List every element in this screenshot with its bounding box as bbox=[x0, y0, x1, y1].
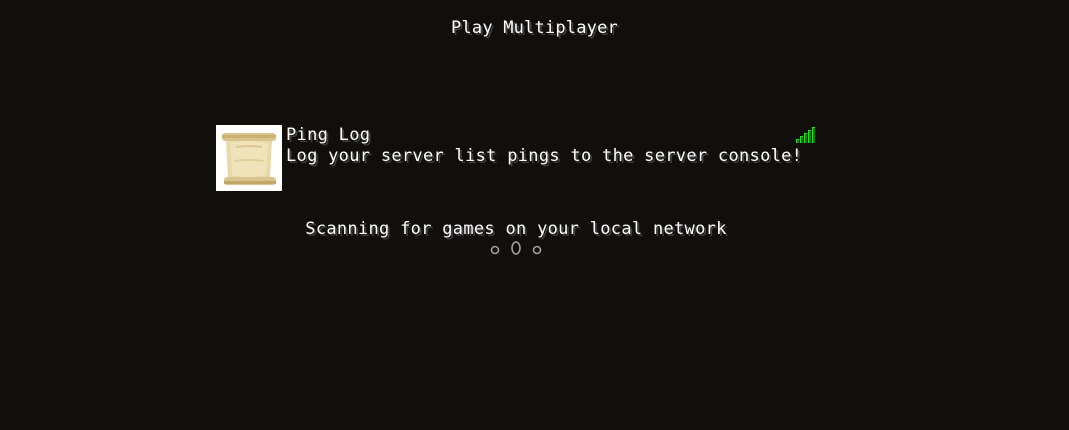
signal-bars-icon bbox=[796, 127, 818, 143]
screen-title: Play Multiplayer bbox=[451, 18, 618, 38]
lan-scan-status: Scanning for games on your local network bbox=[305, 219, 727, 239]
loading-dots-icon bbox=[488, 240, 546, 256]
server-list-entry[interactable]: Ping Log Log your server list pings to t… bbox=[216, 125, 820, 191]
server-motd: Log your server list pings to the server… bbox=[286, 146, 803, 166]
scroll-icon bbox=[216, 125, 282, 191]
server-name: Ping Log bbox=[286, 125, 371, 145]
